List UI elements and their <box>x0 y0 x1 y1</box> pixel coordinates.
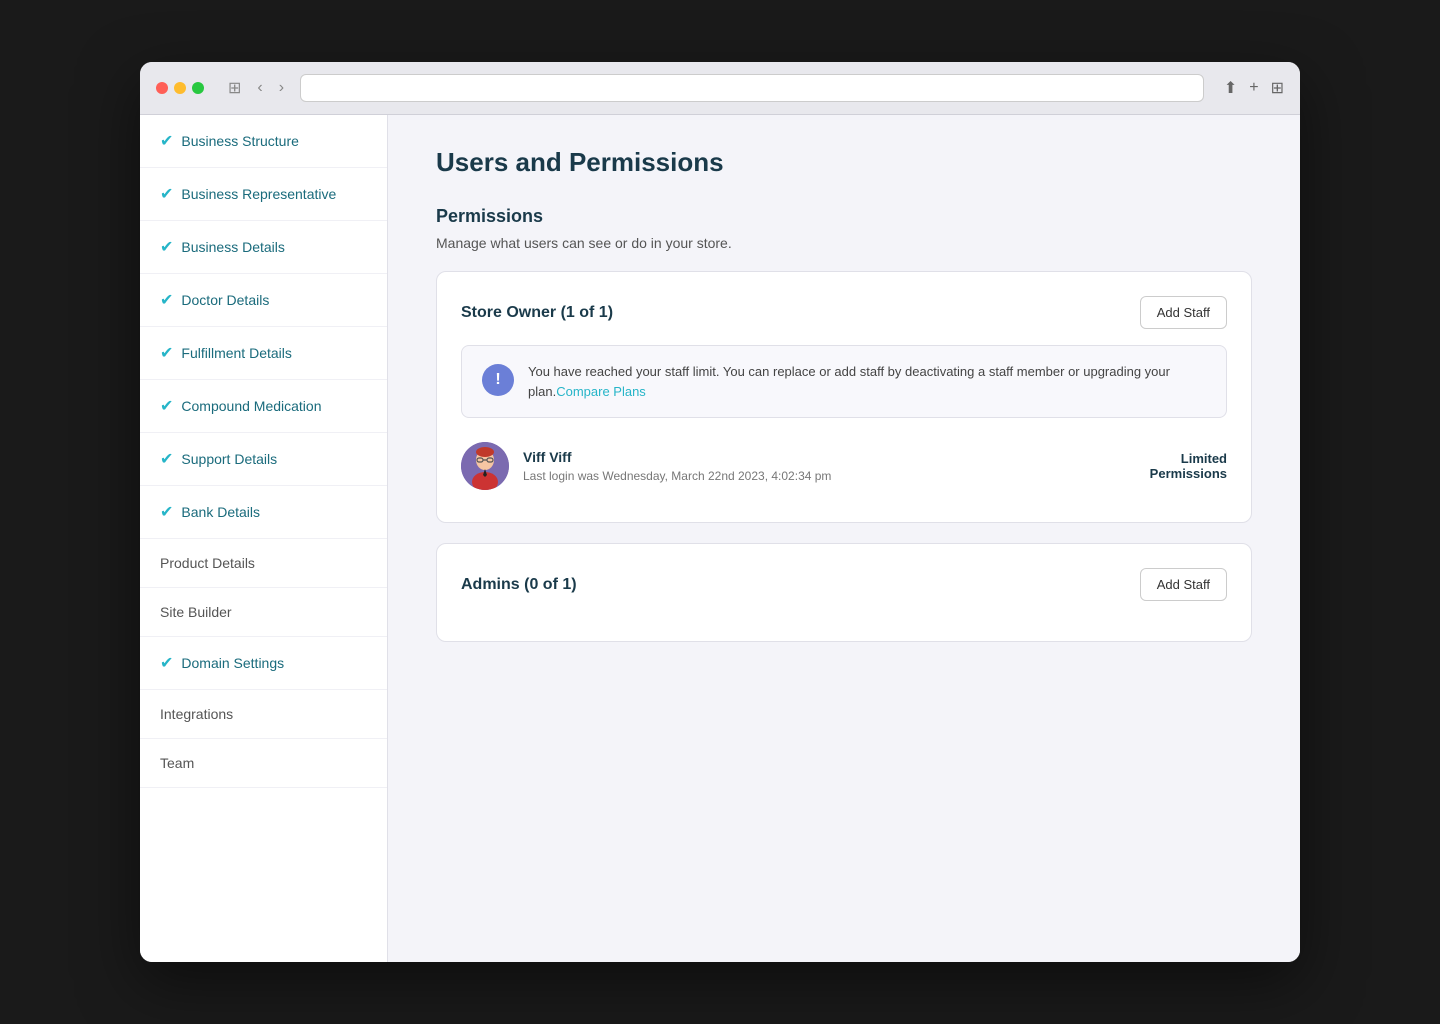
warning-text: You have reached your staff limit. You c… <box>528 362 1206 401</box>
add-staff-button-admins[interactable]: Add Staff <box>1140 568 1227 601</box>
sidebar-item-label: Team <box>160 755 194 771</box>
sidebar-item-doctor-details[interactable]: ✔ Doctor Details <box>140 274 387 327</box>
admins-card: Admins (0 of 1) Add Staff <box>436 543 1252 642</box>
sidebar-item-support-details[interactable]: ✔ Support Details <box>140 433 387 486</box>
address-bar[interactable] <box>300 74 1204 102</box>
check-icon: ✔ <box>160 396 173 416</box>
forward-button[interactable]: › <box>275 78 288 98</box>
permissions-section-subtitle: Manage what users can see or do in your … <box>436 235 1252 251</box>
page-title: Users and Permissions <box>436 147 1252 178</box>
browser-actions: ⬆ + ⊞ <box>1224 78 1284 98</box>
sidebar-item-bank-details[interactable]: ✔ Bank Details <box>140 486 387 539</box>
check-icon: ✔ <box>160 290 173 310</box>
sidebar-item-business-structure[interactable]: ✔ Business Structure <box>140 115 387 168</box>
browser-content: ✔ Business Structure ✔ Business Represen… <box>140 115 1300 962</box>
check-icon: ✔ <box>160 343 173 363</box>
sidebar-item-fulfillment-details[interactable]: ✔ Fulfillment Details <box>140 327 387 380</box>
sidebar-item-label: Business Structure <box>181 133 299 149</box>
warning-icon: ! <box>482 364 514 396</box>
check-icon: ✔ <box>160 184 173 204</box>
sidebar-item-label: Business Details <box>181 239 285 255</box>
check-icon: ✔ <box>160 131 173 151</box>
permissions-section-title: Permissions <box>436 206 1252 227</box>
sidebar-item-label: Product Details <box>160 555 255 571</box>
share-button[interactable]: ⬆ <box>1224 78 1237 98</box>
staff-name: Viff Viff <box>523 449 1136 465</box>
permissions-sub-label: Permissions <box>1150 466 1227 481</box>
staff-info: Viff Viff Last login was Wednesday, Marc… <box>523 449 1136 483</box>
check-icon: ✔ <box>160 653 173 673</box>
staff-limit-warning: ! You have reached your staff limit. You… <box>461 345 1227 418</box>
add-staff-button-owner[interactable]: Add Staff <box>1140 296 1227 329</box>
sidebar-item-domain-settings[interactable]: ✔ Domain Settings <box>140 637 387 690</box>
sidebar-item-label: Doctor Details <box>181 292 269 308</box>
check-icon: ✔ <box>160 502 173 522</box>
admins-card-header: Admins (0 of 1) Add Staff <box>461 568 1227 601</box>
sidebar-item-label: Compound Medication <box>181 398 321 414</box>
grid-button[interactable]: ⊞ <box>1271 78 1284 98</box>
browser-controls: ⊞ ‹ › <box>224 78 288 98</box>
sidebar-item-label: Business Representative <box>181 186 336 202</box>
store-owner-card-header: Store Owner (1 of 1) Add Staff <box>461 296 1227 329</box>
sidebar-item-label: Domain Settings <box>181 655 284 671</box>
browser-window: ⊞ ‹ › ⬆ + ⊞ ✔ Business Structure ✔ Busin… <box>140 62 1300 962</box>
sidebar-item-label: Integrations <box>160 706 233 722</box>
sidebar-item-compound-medication[interactable]: ✔ Compound Medication <box>140 380 387 433</box>
check-icon: ✔ <box>160 237 173 257</box>
store-owner-title: Store Owner (1 of 1) <box>461 304 613 322</box>
sidebar-item-label: Fulfillment Details <box>181 345 291 361</box>
sidebar-item-site-builder[interactable]: Site Builder <box>140 588 387 637</box>
window-tile-button[interactable]: ⊞ <box>224 78 245 98</box>
permissions-label: Limited <box>1150 451 1227 466</box>
main-content: Users and Permissions Permissions Manage… <box>388 115 1300 962</box>
admins-title: Admins (0 of 1) <box>461 576 577 594</box>
staff-permissions: Limited Permissions <box>1150 451 1227 481</box>
sidebar-item-label: Support Details <box>181 451 277 467</box>
traffic-light-red[interactable] <box>156 82 168 94</box>
sidebar-item-integrations[interactable]: Integrations <box>140 690 387 739</box>
staff-last-login: Last login was Wednesday, March 22nd 202… <box>523 469 1136 483</box>
sidebar-item-business-details[interactable]: ✔ Business Details <box>140 221 387 274</box>
sidebar-item-label: Bank Details <box>181 504 260 520</box>
back-button[interactable]: ‹ <box>253 78 266 98</box>
sidebar-item-team[interactable]: Team <box>140 739 387 788</box>
avatar-svg <box>461 442 509 490</box>
staff-avatar <box>461 442 509 490</box>
sidebar-item-label: Site Builder <box>160 604 232 620</box>
check-icon: ✔ <box>160 449 173 469</box>
browser-chrome: ⊞ ‹ › ⬆ + ⊞ <box>140 62 1300 115</box>
compare-plans-link[interactable]: Compare Plans <box>556 384 646 399</box>
traffic-light-green[interactable] <box>192 82 204 94</box>
traffic-light-yellow[interactable] <box>174 82 186 94</box>
sidebar-item-business-representative[interactable]: ✔ Business Representative <box>140 168 387 221</box>
sidebar-item-product-details[interactable]: Product Details <box>140 539 387 588</box>
sidebar: ✔ Business Structure ✔ Business Represen… <box>140 115 388 962</box>
traffic-lights <box>156 82 204 94</box>
store-owner-card: Store Owner (1 of 1) Add Staff ! You hav… <box>436 271 1252 523</box>
staff-member-row: Viff Viff Last login was Wednesday, Marc… <box>461 434 1227 498</box>
new-tab-button[interactable]: + <box>1249 78 1258 98</box>
